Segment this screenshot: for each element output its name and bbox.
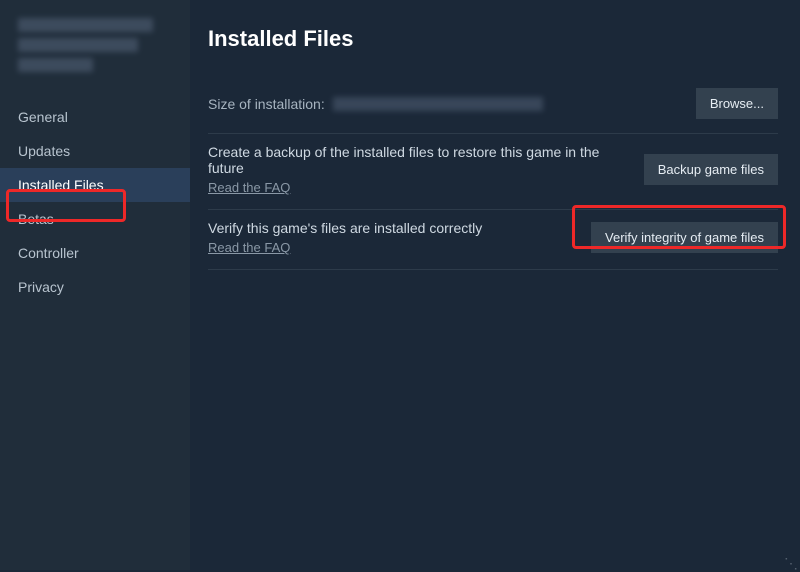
- install-size-row: Size of installation: Browse...: [208, 78, 778, 134]
- browse-button[interactable]: Browse...: [696, 88, 778, 119]
- backup-description: Create a backup of the installed files t…: [208, 144, 608, 176]
- backup-row: Create a backup of the installed files t…: [208, 134, 778, 210]
- install-size-label: Size of installation:: [208, 96, 543, 112]
- sidebar-nav: General Updates Installed Files Betas Co…: [0, 100, 190, 304]
- sidebar-item-controller[interactable]: Controller: [0, 236, 190, 270]
- backup-game-files-button[interactable]: Backup game files: [644, 154, 778, 185]
- sidebar-item-betas[interactable]: Betas: [0, 202, 190, 236]
- resize-grip-icon[interactable]: [784, 554, 796, 566]
- sidebar-item-general[interactable]: General: [0, 100, 190, 134]
- verify-row: Verify this game's files are installed c…: [208, 210, 778, 270]
- verify-integrity-button[interactable]: Verify integrity of game files: [591, 222, 778, 253]
- sidebar-item-installed-files[interactable]: Installed Files: [0, 168, 190, 202]
- main-layout: General Updates Installed Files Betas Co…: [0, 0, 800, 570]
- verify-faq-link[interactable]: Read the FAQ: [208, 240, 482, 255]
- sidebar-item-updates[interactable]: Updates: [0, 134, 190, 168]
- sidebar-item-privacy[interactable]: Privacy: [0, 270, 190, 304]
- sidebar: General Updates Installed Files Betas Co…: [0, 0, 190, 570]
- install-size-value-redacted: [333, 97, 543, 111]
- content-pane: Installed Files Size of installation: Br…: [190, 0, 800, 570]
- verify-description: Verify this game's files are installed c…: [208, 220, 482, 236]
- backup-faq-link[interactable]: Read the FAQ: [208, 180, 608, 195]
- page-title: Installed Files: [208, 26, 778, 52]
- game-title-redacted: [0, 18, 190, 100]
